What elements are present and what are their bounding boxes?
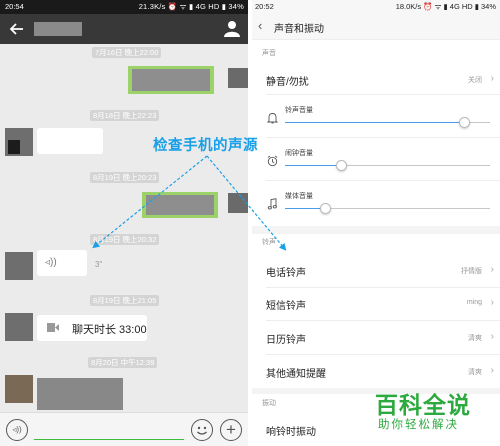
sms-ringtone-row[interactable]: 短信铃声 ming › <box>252 288 500 320</box>
music-note-icon <box>267 198 277 210</box>
media-volume-slider-row: 媒体音量 <box>252 181 500 223</box>
chat-screen: 20:54 21.3K/s ⏰ ᯤ ▮ 4G HD ▮ 34% 7月16日 晚上… <box>0 0 248 446</box>
video-call-record[interactable]: 聊天时长 33:00 <box>37 315 147 341</box>
timestamp: 8月19日 晚上21:05 <box>90 295 160 306</box>
chat-header <box>0 14 248 44</box>
vibrate-on-ring-label: 响铃时振动 <box>266 427 316 438</box>
calendar-ringtone-label: 日历铃声 <box>266 335 306 346</box>
received-message <box>37 378 123 410</box>
alarm-clock-icon <box>267 155 278 167</box>
chevron-right-icon: › <box>490 297 494 308</box>
status-indicators: 18.0K/s ⏰ ᯤ ▮ 4G HD ▮ 34% <box>395 2 496 11</box>
back-chevron-icon[interactable]: ‹ <box>258 18 262 33</box>
ring-volume-label: 铃声音量 <box>285 107 313 114</box>
chevron-right-icon: › <box>490 331 494 342</box>
person-icon[interactable] <box>224 20 240 37</box>
status-bar: 20:52 18.0K/s ⏰ ᯤ ▮ 4G HD ▮ 34% <box>252 0 500 14</box>
status-time: 20:52 <box>255 2 274 11</box>
chevron-right-icon: › <box>490 73 494 84</box>
calendar-ringtone-value: 清爽 <box>468 335 482 342</box>
avatar[interactable] <box>228 68 248 88</box>
back-arrow-icon[interactable] <box>8 20 26 38</box>
slider-fill <box>285 122 465 123</box>
timestamp: 8月20日 中午12:39 <box>88 357 158 368</box>
other-notification-value: 清爽 <box>468 369 482 376</box>
timestamp: 8月18日 晚上22:23 <box>90 110 160 121</box>
slider-thumb[interactable] <box>320 203 331 214</box>
chat-title-redacted <box>34 22 82 36</box>
watermark-logo: 百科全说 <box>375 392 471 418</box>
slider-thumb[interactable] <box>336 160 347 171</box>
input-bar: ◃)) + <box>0 412 248 446</box>
status-time: 20:54 <box>5 2 24 11</box>
alarm-volume-label: 闹钟音量 <box>285 150 313 157</box>
sent-message <box>142 192 218 218</box>
status-bar: 20:54 21.3K/s ⏰ ᯤ ▮ 4G HD ▮ 34% <box>0 0 248 14</box>
message-input[interactable] <box>34 439 184 440</box>
other-notification-row[interactable]: 其他通知提醒 清爽 › <box>252 355 500 387</box>
avatar[interactable] <box>228 193 248 213</box>
settings-header: ‹ 声音和振动 <box>252 14 500 40</box>
phone-ringtone-label: 电话铃声 <box>266 268 306 279</box>
watermark-slogan: 助你轻松解决 <box>378 419 459 431</box>
dnd-value: 关闭 <box>468 77 482 84</box>
media-volume-slider[interactable] <box>285 203 490 214</box>
dnd-label: 静音/勿扰 <box>266 77 309 88</box>
avatar[interactable] <box>5 252 33 280</box>
slider-thumb[interactable] <box>459 117 470 128</box>
ring-volume-slider[interactable] <box>285 117 490 128</box>
emoji-icon[interactable] <box>191 419 213 441</box>
plus-icon[interactable]: + <box>220 419 242 441</box>
avatar[interactable] <box>5 313 33 341</box>
section-header-vibrate: 振动 <box>262 400 276 407</box>
sms-ringtone-label: 短信铃声 <box>266 301 306 312</box>
timestamp: 8月19日 晚上20:23 <box>90 172 160 183</box>
slider-fill <box>285 165 342 166</box>
alarm-volume-slider[interactable] <box>285 160 490 171</box>
settings-screen: 20:52 18.0K/s ⏰ ᯤ ▮ 4G HD ▮ 34% ‹ 声音和振动 … <box>252 0 500 446</box>
chevron-right-icon: › <box>490 264 494 275</box>
chevron-right-icon: › <box>490 365 494 376</box>
status-indicators: 21.3K/s ⏰ ᯤ ▮ 4G HD ▮ 34% <box>138 2 244 11</box>
received-message <box>37 128 103 154</box>
annotation-label: 检查手机的声源 <box>153 138 258 154</box>
calendar-ringtone-row[interactable]: 日历铃声 清爽 › <box>252 321 500 353</box>
other-notification-label: 其他通知提醒 <box>266 369 326 380</box>
phone-ringtone-row[interactable]: 电话铃声 抒情版 › <box>252 254 500 286</box>
voice-wave-icon: ◃)) <box>45 257 57 268</box>
bell-icon <box>267 113 278 124</box>
media-volume-label: 媒体音量 <box>285 193 313 200</box>
voice-message[interactable]: ◃)) <box>37 250 87 276</box>
phone-ringtone-value: 抒情版 <box>461 268 482 275</box>
page-title: 声音和振动 <box>274 24 324 35</box>
voice-duration: 3" <box>95 260 103 269</box>
alarm-volume-slider-row: 闹钟音量 <box>252 138 500 180</box>
section-header-ringtone: 铃声 <box>262 239 276 246</box>
sent-message <box>128 66 214 94</box>
voice-input-icon[interactable]: ◃)) <box>6 419 28 441</box>
dnd-row[interactable]: 静音/勿扰 关闭 › <box>252 63 500 93</box>
section-header-sound: 声音 <box>262 50 276 57</box>
timestamp: 7月16日 晚上22:00 <box>92 47 162 58</box>
avatar[interactable] <box>5 375 33 403</box>
ring-volume-slider-row: 铃声音量 <box>252 95 500 137</box>
video-camera-icon <box>47 323 59 332</box>
sms-ringtone-value: ming <box>466 299 482 306</box>
section-gap <box>252 226 500 234</box>
call-duration: 聊天时长 33:00 <box>72 324 147 336</box>
timestamp: 8月19日 晚上20:32 <box>90 234 160 245</box>
